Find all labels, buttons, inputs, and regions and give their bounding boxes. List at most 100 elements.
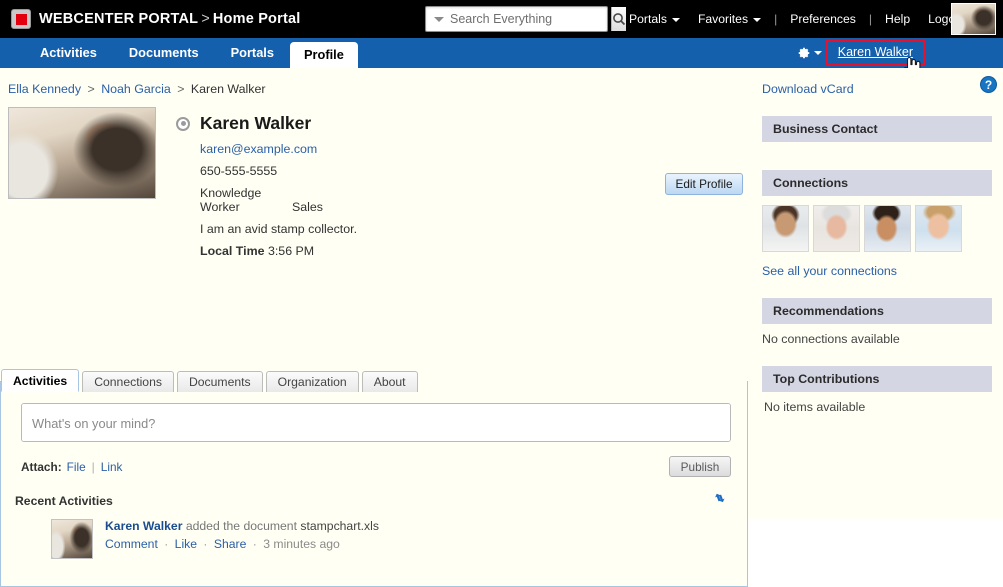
karen-walker-profile-photo (8, 107, 156, 199)
brand-name: WEBCENTER PORTAL (39, 11, 199, 27)
profile-role-row: Knowledge Worker Sales (176, 186, 357, 214)
see-all-connections-link[interactable]: See all your connections (762, 264, 992, 278)
profile-phone: 650-555-5555 (200, 164, 278, 178)
page-title: Karen Walker (200, 113, 312, 133)
header-nav-portals[interactable]: Portals (620, 12, 689, 26)
attach-label: Attach: (21, 459, 62, 474)
connection-thumb-3[interactable] (864, 205, 911, 252)
recommendations-header: Recommendations (762, 298, 992, 324)
chevron-down-icon[interactable] (434, 16, 444, 22)
business-contact-header: Business Contact (762, 116, 992, 142)
header-nav: Portals Favorites | Preferences | Help L… (620, 0, 974, 38)
top-contributions-body: No items available (764, 400, 866, 414)
profile-department: Sales (292, 200, 323, 214)
brand-separator: > (201, 11, 210, 27)
activity-separator-3: · (252, 537, 257, 551)
recommendations-body: No connections available (762, 332, 900, 346)
attach-link-link[interactable]: Link (101, 460, 123, 474)
breadcrumb-separator-1: > (177, 82, 185, 96)
profile-name-row: Karen Walker (176, 113, 357, 134)
connection-thumb-4[interactable] (915, 205, 962, 252)
tab-profile[interactable]: Profile (289, 42, 358, 68)
content-tab-connections[interactable]: Connections (82, 371, 174, 392)
gear-icon[interactable] (797, 46, 822, 60)
profile-about-text: I am an avid stamp collector. (200, 222, 358, 236)
connection-thumb-1[interactable] (762, 205, 809, 252)
activity-author-thumbnail (51, 519, 93, 559)
breadcrumb: Ella Kennedy > Noah Garcia > Karen Walke… (0, 68, 748, 96)
breadcrumb-item-1[interactable]: Noah Garcia (101, 82, 171, 96)
download-vcard-link[interactable]: Download vCard (762, 82, 992, 96)
recent-activities-heading: Recent Activities (15, 491, 747, 508)
avatar[interactable] (951, 3, 996, 35)
business-contact-body (762, 142, 992, 150)
content-tabstrip: Activities Connections Documents Organiz… (1, 369, 421, 392)
content-tab-activities[interactable]: Activities (1, 369, 80, 392)
composer-input[interactable] (21, 403, 731, 442)
header-nav-preferences[interactable]: Preferences (781, 12, 865, 26)
chevron-down-icon[interactable] (813, 51, 822, 55)
navbar-right: Karen Walker (797, 38, 1003, 79)
tab-activities[interactable]: Activities (24, 38, 113, 68)
brand-title: WEBCENTER PORTAL > Home Portal (39, 11, 300, 27)
profile-local-time-row: Local Time 3:56 PM (176, 244, 357, 258)
header-nav-help[interactable]: Help (876, 12, 919, 26)
main-column: Ella Kennedy > Noah Garcia > Karen Walke… (0, 68, 748, 587)
global-search[interactable] (425, 6, 626, 32)
activity-separator-2: · (203, 537, 208, 551)
profile-summary: Karen Walker karen@example.com 650-555-5… (8, 107, 748, 258)
activity-summary: Karen Walker added the document stampcha… (105, 519, 379, 533)
activity-actions: Comment · Like · Share · 3 minutes ago (105, 537, 379, 551)
current-user-highlight: Karen Walker (825, 40, 925, 79)
breadcrumb-item-0[interactable]: Ella Kennedy (8, 82, 81, 96)
content-tab-organization[interactable]: Organization (265, 371, 359, 392)
breadcrumb-separator-0: > (87, 82, 95, 96)
portal-nav-tabs: Activities Documents Portals Profile (24, 38, 358, 68)
header-nav-favorites[interactable]: Favorites (689, 12, 770, 26)
nav-divider-1: | (774, 12, 778, 26)
search-input[interactable] (450, 12, 611, 26)
refresh-icon[interactable] (713, 491, 727, 508)
webcenter-logo-icon (11, 9, 31, 29)
attach-divider: | (91, 459, 95, 474)
profile-sidebar: Download vCard Business Contact Connecti… (762, 68, 992, 414)
top-contributions-header: Top Contributions (762, 366, 992, 392)
current-user-link[interactable]: Karen Walker (838, 45, 913, 59)
profile-local-time-value: 3:56 PM (267, 244, 315, 258)
page-body: ? Ella Kennedy > Noah Garcia > Karen Wal… (0, 68, 1003, 587)
activity-target-document[interactable]: stampchart.xls (300, 519, 379, 533)
activity-like-link[interactable]: Like (175, 537, 197, 551)
tab-portals[interactable]: Portals (215, 38, 290, 68)
activity-comment-link[interactable]: Comment (105, 537, 158, 551)
content-tab-about[interactable]: About (361, 371, 418, 392)
breadcrumb-item-2: Karen Walker (190, 82, 266, 96)
page-name: Home Portal (212, 11, 301, 27)
presence-status-icon[interactable] (176, 116, 190, 131)
list-item: Karen Walker added the document stampcha… (51, 519, 747, 559)
activity-share-link[interactable]: Share (214, 537, 247, 551)
status-composer: Attach: File | Link Publish (21, 403, 731, 477)
activity-author-link[interactable]: Karen Walker (105, 519, 182, 533)
content-tab-documents[interactable]: Documents (176, 371, 263, 392)
activity-timestamp: 3 minutes ago (263, 537, 340, 551)
connections-header: Connections (762, 170, 992, 196)
profile-details: Karen Walker karen@example.com 650-555-5… (176, 107, 357, 258)
edit-profile-button[interactable]: Edit Profile (665, 173, 743, 195)
connection-thumb-2[interactable] (813, 205, 860, 252)
profile-email-link[interactable]: karen@example.com (200, 142, 317, 156)
profile-job-title: Knowledge Worker (200, 186, 262, 214)
portal-navbar: Activities Documents Portals Profile Kar… (0, 38, 1003, 79)
global-header: WEBCENTER PORTAL>Home Portal Portals Fav… (0, 0, 1003, 38)
profile-content-panel: Activities Connections Documents Organiz… (0, 369, 748, 587)
recent-activities-title: Recent Activities (15, 494, 113, 508)
composer-attach-row: Attach: File | Link Publish (21, 456, 731, 477)
activity-separator-1: · (164, 537, 169, 551)
activity-body: Karen Walker added the document stampcha… (105, 519, 379, 559)
activity-action-text: added the document (185, 519, 297, 533)
tab-documents[interactable]: Documents (113, 38, 215, 68)
profile-local-time-label: Local Time (200, 244, 265, 258)
attach-file-link[interactable]: File (67, 460, 86, 474)
profile-email-row: karen@example.com (176, 142, 357, 156)
publish-button[interactable]: Publish (669, 456, 731, 477)
connections-thumbnails (762, 205, 992, 252)
